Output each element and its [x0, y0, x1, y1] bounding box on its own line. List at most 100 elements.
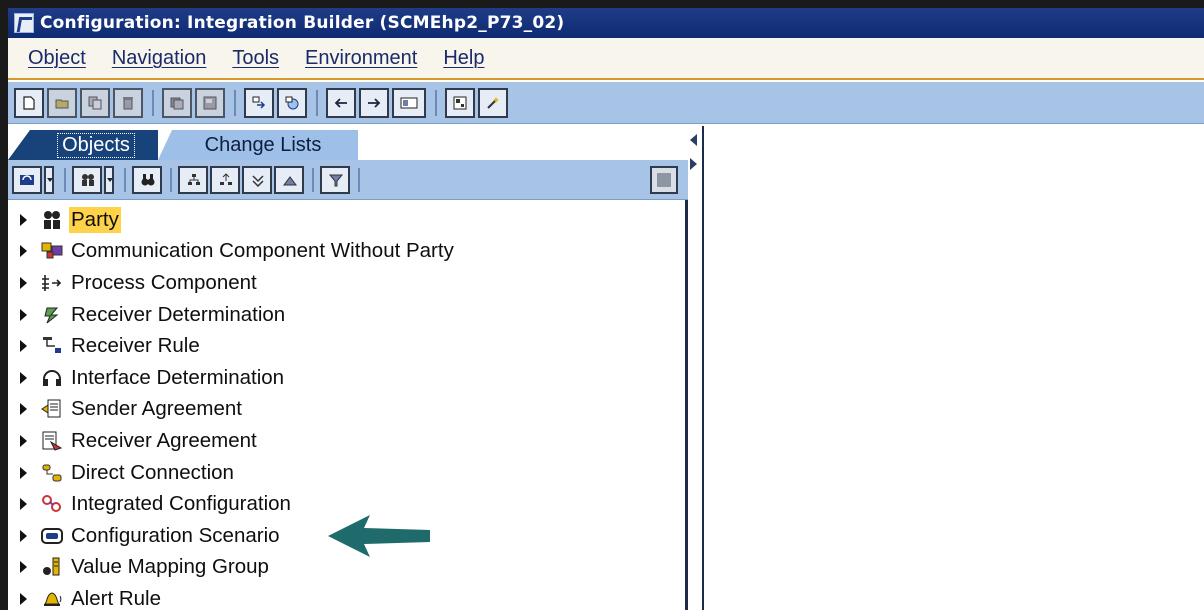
refresh-dropdown-button[interactable]: [44, 165, 54, 194]
wizard-icon: [487, 96, 499, 109]
direct-connection-icon: [41, 462, 63, 484]
display-icon: [400, 97, 418, 108]
integrated-configuration-icon: [41, 493, 63, 515]
hierarchy-up-icon: [220, 172, 232, 185]
tab-objects-label: Objects: [57, 132, 135, 158]
transfer-button[interactable]: [244, 87, 274, 118]
expand-arrow-icon[interactable]: [20, 371, 27, 384]
toolbar-separator: [316, 89, 318, 116]
sender-agreement-icon: [41, 398, 63, 420]
maximize-pane-button[interactable]: [650, 166, 678, 194]
save-button[interactable]: [162, 87, 192, 118]
hierarchy-up-button[interactable]: [210, 165, 240, 194]
save-icon: [170, 97, 184, 109]
tree-item-label: Process Component: [71, 270, 257, 294]
tree-item-receiver-determination[interactable]: Receiver Determination: [8, 299, 684, 331]
expand-button[interactable]: [242, 165, 272, 194]
expand-arrow-icon[interactable]: [20, 529, 27, 542]
hierarchy-button[interactable]: [178, 165, 208, 194]
receiver-rule-icon: [41, 335, 63, 357]
expand-arrow-icon[interactable]: [20, 561, 27, 574]
configuration-scenario-icon: [41, 525, 63, 547]
delete-icon: [123, 96, 133, 109]
expand-arrow-icon[interactable]: [20, 213, 27, 226]
filter-button[interactable]: [320, 165, 350, 194]
menu-navigation[interactable]: Navigation: [112, 47, 207, 70]
object-navigator-pane: Objects Change Lists Party Communication…: [8, 126, 688, 610]
window-title: Configuration: Integration Builder (SCME…: [40, 13, 565, 33]
toolbar-separator: [152, 89, 154, 116]
pane-splitter[interactable]: [688, 126, 702, 610]
collapse-icon: [283, 175, 297, 185]
wizard-button[interactable]: [478, 87, 508, 118]
open-icon: [55, 99, 69, 108]
party-filter-icon: [82, 173, 94, 186]
tree-item-label: Integrated Configuration: [71, 492, 291, 516]
menu-help[interactable]: Help: [443, 47, 484, 70]
toolbar-separator: [64, 167, 66, 192]
party-icon: [41, 209, 63, 231]
save-all-button[interactable]: [195, 87, 225, 118]
callout-arrow-icon: [328, 515, 430, 557]
party-filter-button[interactable]: [72, 165, 102, 194]
tab-strip: Objects Change Lists: [8, 126, 688, 162]
callout-arrow-shape: [328, 515, 430, 557]
back-button[interactable]: [326, 87, 356, 118]
save-all-icon: [203, 96, 217, 109]
tree-item-direct-connection[interactable]: Direct Connection: [8, 457, 684, 489]
activate-button[interactable]: [277, 87, 307, 118]
display-button[interactable]: [392, 87, 426, 118]
expand-arrow-icon[interactable]: [20, 466, 27, 479]
tree-item-interface-determination[interactable]: Interface Determination: [8, 362, 684, 394]
copy-button[interactable]: [80, 87, 110, 118]
alert-rule-icon: [41, 588, 63, 610]
tree-item-process-component[interactable]: Process Component: [8, 267, 684, 299]
tree-item-receiver-rule[interactable]: Receiver Rule: [8, 330, 684, 362]
back-icon: [334, 97, 347, 108]
menu-object[interactable]: Object: [28, 47, 86, 70]
interface-determination-icon: [41, 367, 63, 389]
tree-item-label: Receiver Agreement: [71, 428, 257, 452]
tree-item-sender-agreement[interactable]: Sender Agreement: [8, 394, 684, 426]
menu-tools[interactable]: Tools: [232, 47, 279, 70]
activate-icon: [285, 96, 299, 109]
party-filter-dropdown-button[interactable]: [104, 165, 114, 194]
expand-arrow-icon[interactable]: [20, 276, 27, 289]
tree-item-party[interactable]: Party: [8, 204, 684, 236]
open-button[interactable]: [47, 87, 77, 118]
refresh-button[interactable]: [12, 165, 42, 194]
navigator-toolbar: [8, 160, 688, 200]
expand-right-icon[interactable]: [690, 158, 697, 170]
expand-arrow-icon[interactable]: [20, 403, 27, 416]
find-button[interactable]: [132, 165, 162, 194]
tree-item-label: Interface Determination: [71, 365, 285, 389]
expand-arrow-icon[interactable]: [20, 245, 27, 258]
tree-item-receiver-agreement[interactable]: Receiver Agreement: [8, 425, 684, 457]
expand-arrow-icon[interactable]: [20, 340, 27, 353]
new-button[interactable]: [14, 87, 44, 118]
toolbar-separator: [234, 89, 236, 116]
transfer-icon: [252, 96, 266, 109]
collapse-button[interactable]: [274, 165, 304, 194]
expand-arrow-icon[interactable]: [20, 592, 27, 605]
forward-button[interactable]: [359, 87, 389, 118]
tree-item-communication-component-without-party[interactable]: Communication Component Without Party: [8, 236, 684, 268]
tab-change-lists[interactable]: Change Lists: [158, 130, 358, 160]
assistant-button[interactable]: [445, 87, 475, 118]
expand-arrow-icon[interactable]: [20, 498, 27, 511]
app-logo-icon: [14, 13, 34, 33]
tree-item-alert-rule[interactable]: Alert Rule: [8, 583, 684, 610]
forward-icon: [368, 97, 381, 108]
expand-arrow-icon[interactable]: [20, 308, 27, 321]
expand-arrow-icon[interactable]: [20, 434, 27, 447]
collapse-left-icon[interactable]: [690, 134, 697, 146]
tab-objects[interactable]: Objects: [8, 130, 158, 160]
toolbar-separator: [312, 167, 314, 192]
tree-item-label: Value Mapping Group: [71, 555, 269, 579]
menu-environment[interactable]: Environment: [305, 47, 417, 70]
delete-button[interactable]: [113, 87, 143, 118]
toolbar-separator: [124, 167, 126, 192]
title-bar: Configuration: Integration Builder (SCME…: [8, 8, 1204, 38]
tree-item-label: Direct Connection: [71, 460, 234, 484]
tree-item-label: Alert Rule: [71, 586, 162, 610]
